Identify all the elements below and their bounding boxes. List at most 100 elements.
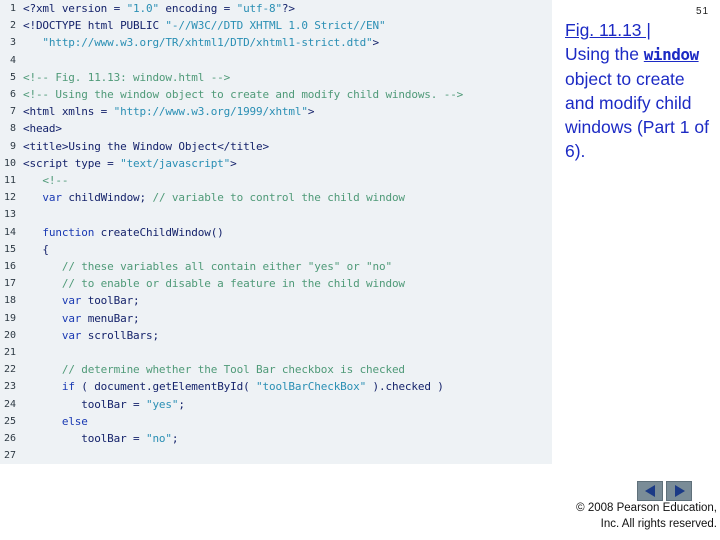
line-number: 2 — [9, 20, 16, 32]
line-number: 9 — [9, 140, 16, 152]
code-token: scrollBars; — [81, 328, 159, 342]
code-line: 17 // to enable or disable a feature in … — [0, 275, 552, 292]
code-token: <html xmlns = — [23, 105, 114, 119]
caption-code-word: window — [643, 45, 699, 64]
code-token: // variable to control the child window — [152, 191, 405, 205]
line-number: 10 — [3, 157, 16, 169]
next-slide-button[interactable] — [666, 481, 692, 501]
code-line: 3 "http://www.w3.org/TR/xhtml1/DTD/xhtml… — [0, 34, 552, 51]
code-text: // determine whether the Tool Bar checkb… — [23, 361, 405, 378]
code-line: 15 { — [0, 241, 552, 258]
line-number: 13 — [3, 209, 16, 221]
code-token: "no" — [145, 432, 172, 445]
code-token: <head> — [23, 122, 62, 136]
code-token: var — [61, 294, 82, 308]
code-text: var menuBar; — [23, 310, 140, 327]
code-token: </title> — [217, 139, 269, 153]
code-token: // to enable or disable a feature in the… — [61, 277, 405, 291]
code-text: var toolBar; — [23, 292, 140, 309]
line-number: 12 — [3, 192, 16, 204]
code-token: toolBar = — [23, 397, 146, 411]
code-text: toolBar = "yes"; — [23, 396, 185, 413]
code-text: // these variables all contain either "y… — [23, 258, 392, 275]
code-token: // determine whether the Tool Bar checkb… — [61, 363, 405, 377]
code-token: toolBar = — [23, 432, 146, 445]
code-token: "text/javascript" — [120, 156, 231, 170]
code-line: 11 <!-- — [0, 172, 552, 189]
code-line: 9 <title>Using the Window Object</title> — [0, 138, 552, 155]
code-token: { — [23, 242, 49, 256]
code-line: 21 — [0, 344, 552, 361]
line-number: 19 — [3, 312, 16, 324]
code-line: 18 var toolBar; — [0, 292, 552, 309]
triangle-left-icon — [645, 485, 655, 497]
previous-slide-button[interactable] — [637, 481, 663, 501]
code-text: // to enable or disable a feature in the… — [23, 275, 405, 292]
copyright-line-2: Inc. All rights reserved. — [600, 518, 717, 530]
line-number: 17 — [3, 278, 16, 290]
code-text: var childWindow; // variable to control … — [23, 189, 405, 206]
code-token: > — [230, 156, 237, 170]
code-token: else — [61, 414, 88, 428]
line-number: 23 — [3, 381, 16, 393]
code-text: <script type = "text/javascript"> — [23, 155, 237, 172]
line-number: 26 — [3, 433, 16, 444]
code-line: 7 <html xmlns = "http://www.w3.org/1999/x… — [0, 103, 552, 120]
code-token: <!-- Fig. 11.13: window.html --> — [23, 70, 231, 84]
code-token: > — [307, 105, 315, 119]
code-line: 27 — [0, 447, 552, 464]
code-text: <!-- Using the window object to create a… — [23, 86, 463, 103]
code-token: <script type = — [23, 156, 121, 170]
line-number: 14 — [3, 226, 16, 238]
line-number: 1 — [9, 3, 16, 14]
code-line: 20 var scrollBars; — [0, 327, 552, 344]
code-text: toolBar = "no"; — [23, 430, 178, 447]
line-number: 5 — [9, 71, 16, 83]
code-text: else — [23, 413, 88, 430]
line-number: 18 — [3, 295, 16, 307]
line-number: 15 — [3, 243, 16, 255]
page-number: 51 — [696, 6, 710, 17]
code-token: Using the Window Object — [68, 139, 218, 153]
code-token: // these variables all contain either "y… — [61, 260, 392, 273]
code-token: createChildWindow() — [94, 225, 224, 239]
code-line: 23 if ( document.getElementById( "toolBa… — [0, 378, 552, 395]
code-token: if — [61, 380, 75, 394]
line-number: 21 — [3, 347, 16, 358]
code-text: <!-- — [23, 172, 68, 189]
code-token: "toolBarCheckBox" — [256, 380, 367, 394]
code-token: "1.0" — [126, 2, 160, 15]
code-token: "http://www.w3.org/1999/xhtml" — [113, 105, 308, 119]
code-line: 25 else — [0, 413, 552, 430]
line-number: 27 — [3, 450, 16, 462]
code-line: 13 — [0, 206, 552, 223]
code-token: ).checked ) — [366, 380, 444, 394]
triangle-right-icon — [675, 485, 685, 497]
line-number: 7 — [9, 106, 16, 118]
line-number: 24 — [3, 398, 16, 410]
code-line: 6 <!-- Using the window object to create … — [0, 86, 552, 103]
line-number: 3 — [9, 37, 16, 49]
code-token: <?xml version = — [23, 2, 127, 15]
code-listing: 1 <?xml version = "1.0" encoding = "utf-8… — [0, 0, 552, 464]
code-token: "http://www.w3.org/TR/xhtml1/DTD/xhtml1-… — [42, 36, 373, 50]
code-text: { — [23, 241, 49, 258]
code-token: ; — [171, 432, 179, 445]
code-token: "-//W3C//DTD XHTML 1.0 Strict//EN" — [165, 19, 386, 33]
code-token: function — [42, 225, 95, 239]
code-token: toolBar; — [81, 294, 140, 308]
code-text: "http://www.w3.org/TR/xhtml1/DTD/xhtml1-… — [23, 34, 379, 51]
code-token: <!-- — [42, 174, 69, 187]
line-number: 25 — [3, 415, 16, 427]
